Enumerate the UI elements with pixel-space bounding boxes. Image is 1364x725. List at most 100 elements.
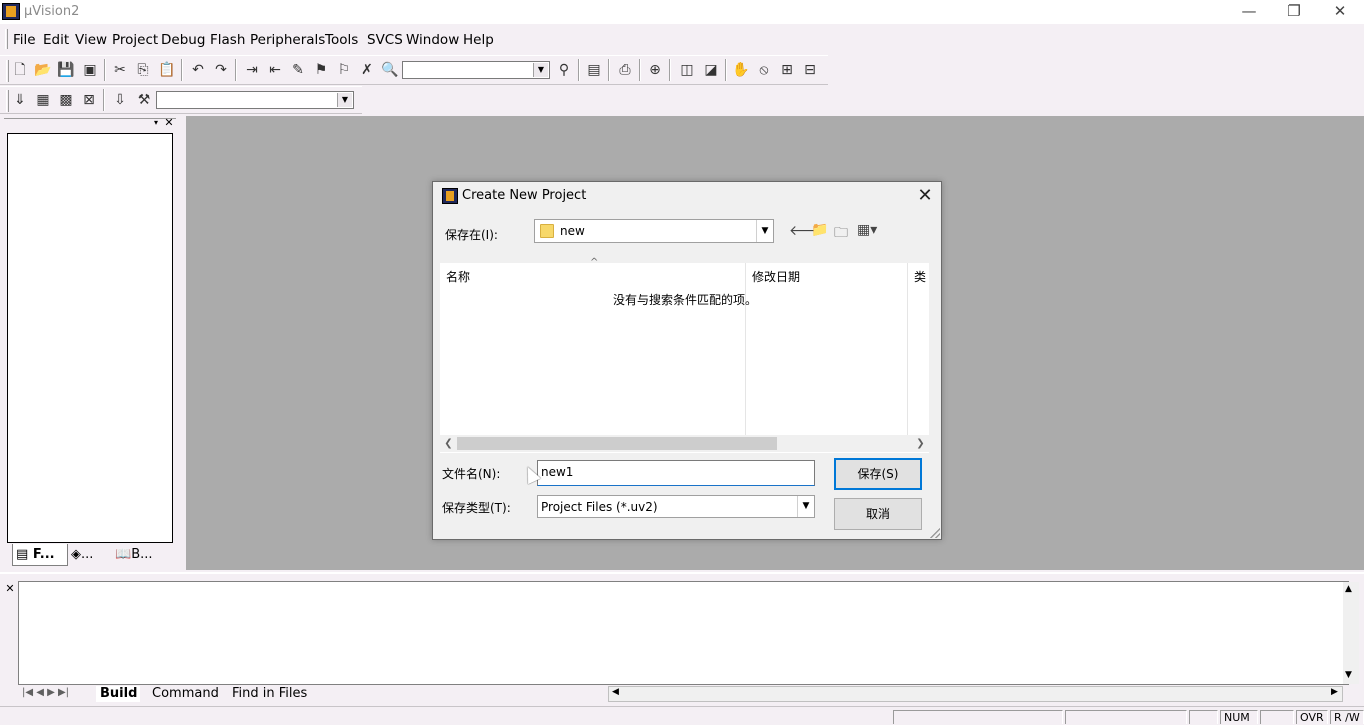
menu-window[interactable]: Window	[406, 32, 459, 48]
bookmark-icon[interactable]: ✎	[288, 60, 308, 80]
save-all-icon[interactable]: ▣	[80, 60, 100, 80]
menu-project[interactable]: Project	[112, 32, 158, 48]
undo-icon[interactable]: ↶	[188, 60, 208, 80]
filetype-value: Project Files (*.uv2)	[541, 500, 658, 514]
title-bar	[0, 0, 1364, 24]
app-icon	[2, 3, 20, 20]
close-window-button[interactable]: ✕	[1317, 0, 1363, 24]
tab-build[interactable]: Build	[96, 686, 140, 702]
column-separator[interactable]	[907, 263, 908, 435]
save-icon[interactable]: 💾	[56, 60, 76, 80]
menu-edit[interactable]: Edit	[43, 32, 69, 48]
bookmark-next-icon[interactable]: ⚑	[311, 60, 331, 80]
bookmark-prev-icon[interactable]: ⚐	[334, 60, 354, 80]
panel-menu-icon[interactable]: ▾	[150, 118, 162, 130]
bookmark-clear-icon[interactable]: ✗	[357, 60, 377, 80]
sort-up-icon: ^	[590, 257, 599, 268]
project-tree[interactable]	[7, 133, 173, 543]
cut-icon[interactable]: ✂	[110, 60, 130, 80]
scroll-right-icon[interactable]: ▶	[1331, 687, 1338, 697]
dialog-close-icon[interactable]: ✕	[911, 184, 939, 208]
scroll-up-icon[interactable]: ▲	[1345, 584, 1352, 594]
menu-debug[interactable]: Debug	[161, 32, 205, 48]
scroll-thumb[interactable]	[457, 437, 777, 450]
output-hscroll[interactable]	[608, 686, 1343, 702]
redo-icon[interactable]: ↷	[211, 60, 231, 80]
scroll-left-icon[interactable]: ❮	[440, 435, 457, 452]
output-window-icon[interactable]: ◪	[701, 60, 721, 80]
options-icon[interactable]: ⚒	[134, 90, 154, 110]
panel-close-icon[interactable]: ✕	[163, 117, 175, 129]
load-icon[interactable]: ⇩	[110, 90, 130, 110]
save-button[interactable]: 保存(S)	[834, 458, 922, 490]
debug-stop-icon[interactable]: ⦸	[754, 60, 774, 80]
copy-icon[interactable]: ⎘	[133, 60, 153, 80]
output-close-icon[interactable]: ✕	[4, 583, 16, 595]
hand-icon[interactable]: ✋	[731, 60, 751, 80]
paste-icon[interactable]: 📋	[157, 60, 177, 80]
output-vscroll[interactable]	[1343, 582, 1359, 684]
zoom-icon[interactable]: ⊕	[645, 60, 665, 80]
view-menu-icon[interactable]: ▦▾	[857, 222, 877, 238]
toolbar-separator	[104, 59, 106, 81]
column-modified-date[interactable]: 修改日期	[752, 268, 800, 285]
cancel-button[interactable]: 取消	[834, 498, 922, 530]
menu-svcs[interactable]: SVCS	[367, 32, 403, 48]
resize-grip[interactable]	[930, 528, 940, 538]
column-type[interactable]: 类	[914, 268, 926, 285]
new-folder-icon[interactable]: 🗀	[834, 222, 848, 246]
restore-button[interactable]: ❐	[1271, 0, 1317, 24]
toolbar-grip	[6, 90, 9, 112]
file-list[interactable]: 名称 ^ 修改日期 类 没有与搜索条件匹配的项。 ❮ ❯	[440, 257, 929, 453]
tab-nav-arrows[interactable]: |◀ ◀ ▶ ▶|	[22, 687, 69, 698]
chevron-down-icon[interactable]: ▼	[797, 496, 814, 517]
breakpoint-icon[interactable]: ⊞	[777, 60, 797, 80]
chevron-down-icon[interactable]: ▼	[756, 220, 773, 242]
tab-files[interactable]: ▤ F...	[12, 544, 68, 566]
unindent-icon[interactable]: ⇤	[265, 60, 285, 80]
create-project-dialog: Create New Project ✕ 保存在(I): new ▼ 🡐 📁 🗀…	[432, 181, 942, 540]
build-icon[interactable]: ▦	[33, 90, 53, 110]
up-folder-icon[interactable]: 📁	[811, 222, 828, 238]
column-separator[interactable]	[745, 263, 746, 435]
menu-help[interactable]: Help	[463, 32, 494, 48]
rebuild-icon[interactable]: ▩	[56, 90, 76, 110]
tab-books[interactable]: 📖B...	[112, 544, 160, 566]
tab-find-in-files[interactable]: Find in Files	[226, 686, 316, 702]
filename-input[interactable]: new1	[537, 460, 815, 486]
breakpoint-clear-icon[interactable]: ⊟	[800, 60, 820, 80]
stop-build-icon[interactable]: ⊠	[79, 90, 99, 110]
tab-command[interactable]: Command	[146, 686, 222, 702]
file-list-hscroll[interactable]: ❮ ❯	[440, 435, 929, 452]
column-name[interactable]: 名称	[446, 268, 470, 285]
scroll-down-icon[interactable]: ▼	[1345, 670, 1352, 680]
chevron-down-icon[interactable]: ▼	[337, 93, 352, 107]
menu-tools[interactable]: Tools	[325, 32, 358, 48]
print-icon[interactable]: ⎙	[615, 60, 635, 80]
chevron-down-icon[interactable]: ▼	[533, 63, 548, 77]
target-combo[interactable]: ▼	[156, 91, 354, 109]
translate-icon[interactable]: ⇓	[10, 90, 30, 110]
open-file-icon[interactable]: 📂	[33, 60, 53, 80]
new-file-icon[interactable]: 🗋	[10, 60, 30, 80]
output-text-area[interactable]	[18, 581, 1349, 685]
source-browser-icon[interactable]: ▤	[584, 60, 604, 80]
filetype-label: 保存类型(T):	[442, 501, 511, 515]
filetype-combo[interactable]: Project Files (*.uv2) ▼	[537, 495, 815, 518]
indent-icon[interactable]: ⇥	[242, 60, 262, 80]
scroll-left-icon[interactable]: ◀	[612, 687, 619, 697]
menu-peripherals[interactable]: Peripherals	[250, 32, 325, 48]
binoculars-icon[interactable]: ⚲	[554, 60, 574, 80]
app-icon	[442, 188, 458, 204]
minimize-button[interactable]: —	[1226, 0, 1272, 24]
menu-view[interactable]: View	[75, 32, 107, 48]
save-in-combo[interactable]: new ▼	[534, 219, 774, 243]
workspace-icon[interactable]: ◫	[677, 60, 697, 80]
find-combo[interactable]: ▼	[402, 61, 550, 79]
scroll-right-icon[interactable]: ❯	[912, 435, 929, 452]
find-in-files-icon[interactable]: 🔍	[380, 60, 400, 80]
tab-regs[interactable]: ◈...	[68, 544, 108, 566]
menu-flash[interactable]: Flash	[210, 32, 245, 48]
toolbar-separator	[181, 59, 183, 81]
menu-file[interactable]: File	[13, 32, 36, 48]
